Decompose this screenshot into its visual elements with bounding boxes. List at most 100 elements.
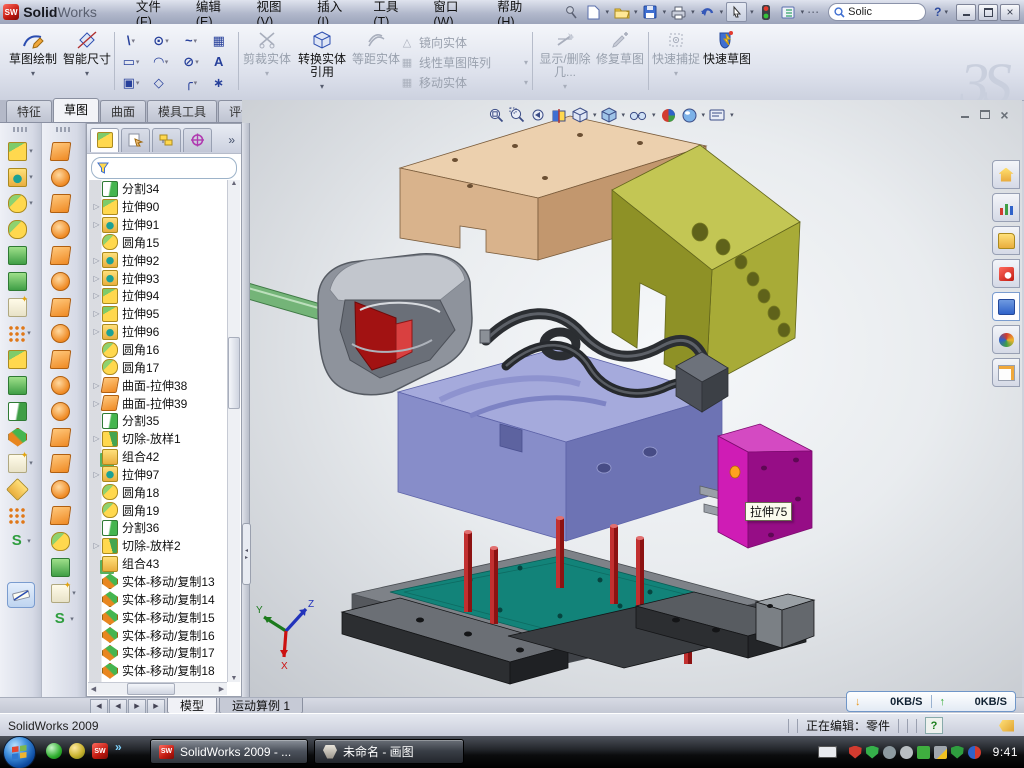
toolbar-grip[interactable] <box>56 127 72 132</box>
tree-item[interactable]: ▷ 拉伸92 <box>89 251 227 269</box>
scroll-up-icon[interactable]: ▲ <box>231 180 238 187</box>
tree-item[interactable]: ▷ 实体-移动/复制18 <box>89 662 227 680</box>
lofted-surface-icon[interactable]: ▾ <box>51 216 76 242</box>
expand-arrow-icon[interactable]: ▷ <box>91 434 102 443</box>
freeform-icon[interactable]: ▾ <box>51 580 76 606</box>
tree-item[interactable]: ▷ 拉伸90 <box>89 198 227 216</box>
zoom-fit-icon[interactable] <box>488 106 505 124</box>
help-icon[interactable]: ? <box>934 5 941 19</box>
view-settings-caret-icon[interactable]: ▾ <box>730 111 734 119</box>
close-button[interactable] <box>1000 4 1020 21</box>
convert-entities-button[interactable]: 转换实体引用▾ <box>294 27 350 97</box>
dimxpertmanager-icon[interactable] <box>183 128 212 152</box>
propertymanager-icon[interactable] <box>121 128 150 152</box>
quick-tips-icon[interactable]: ? <box>925 717 943 734</box>
file-explorer-icon[interactable] <box>992 259 1020 288</box>
rapid-sketch-button[interactable]: 快速草图 <box>702 27 752 97</box>
scroll-down-icon[interactable]: ▼ <box>231 675 238 682</box>
rectangle-pattern-icon[interactable]: ▦▾ <box>206 30 236 51</box>
part-nozzle-block[interactable] <box>318 254 472 395</box>
toolbar-grip[interactable] <box>13 127 29 132</box>
section-view-icon[interactable] <box>551 106 568 124</box>
input-method-keyboard-icon[interactable] <box>818 746 837 758</box>
tree-item[interactable]: ▷ 组合42 <box>89 448 227 466</box>
tree-item[interactable]: ▷ 曲面-拉伸39 <box>89 394 227 412</box>
select-caret-icon[interactable]: ▾ <box>750 8 754 16</box>
tree-item[interactable]: ▷ 圆角17 <box>89 358 227 376</box>
undo-icon[interactable] <box>698 3 717 21</box>
tree-item[interactable]: ▷ 圆角18 <box>89 483 227 501</box>
messenger-icon[interactable] <box>46 743 62 759</box>
trim-surface-icon[interactable]: ▾ <box>51 476 76 502</box>
move-copy-body-icon[interactable]: ▾ <box>8 424 33 450</box>
circle-icon[interactable]: ⊙▾ <box>146 30 176 51</box>
combine-bodies-icon[interactable]: ▾ <box>8 346 33 372</box>
tree-item[interactable]: ▷ 实体-移动/复制13 <box>89 573 227 591</box>
display-delete-relations-button[interactable]: 显示/删除几...▾ <box>536 27 594 97</box>
open-caret-icon[interactable]: ▾ <box>634 8 638 16</box>
model-canvas[interactable] <box>242 100 1022 697</box>
panel-splitter[interactable]: ◂▸ <box>242 123 250 697</box>
ellipse-icon[interactable]: ⊘▾ <box>176 51 206 72</box>
tree-item[interactable]: ▷ 拉伸93 <box>89 269 227 287</box>
featuremanager-tree-icon[interactable] <box>90 128 119 152</box>
tree-item[interactable]: ▷ 拉伸96 <box>89 323 227 341</box>
optimizer-icon[interactable] <box>883 746 896 759</box>
fillet-icon[interactable]: ▾ <box>8 190 33 216</box>
slot-icon[interactable]: ▣▾ <box>116 72 146 93</box>
replace-face-icon[interactable]: ▾ <box>51 424 76 450</box>
view-settings-icon[interactable] <box>709 106 726 124</box>
security-shield-icon[interactable] <box>866 746 879 759</box>
options-icon[interactable] <box>779 3 798 21</box>
manager-overflow-chevron[interactable]: » <box>228 133 238 147</box>
splitter-handle[interactable]: ◂▸ <box>242 523 251 585</box>
options-caret-icon[interactable]: ▾ <box>801 8 805 16</box>
line-icon[interactable]: \▾ <box>116 30 146 51</box>
scroll-thumb[interactable] <box>127 683 175 695</box>
untrim-surface-icon[interactable]: ▾ <box>51 502 76 528</box>
save-icon[interactable] <box>641 3 660 21</box>
boss-extrude-icon[interactable]: ▾ <box>8 138 33 164</box>
new-caret-icon[interactable]: ▾ <box>606 8 610 16</box>
taskbar-button-paint[interactable]: 未命名 - 画图 <box>314 739 464 764</box>
volume-icon[interactable] <box>900 746 913 759</box>
study-nav-button[interactable]: ▶ <box>128 699 146 714</box>
expand-arrow-icon[interactable]: ▷ <box>91 309 102 318</box>
update-ball-icon[interactable] <box>69 743 85 759</box>
doc-tab-运动算例 1[interactable]: 运动算例 1 <box>219 698 303 714</box>
doc-restore-icon[interactable] <box>977 108 992 121</box>
tab-草图[interactable]: 草图 <box>53 98 99 122</box>
surface-spline-icon[interactable]: S▾ <box>51 606 76 632</box>
sync-status-icon[interactable] <box>968 746 981 759</box>
boundary-surface-icon[interactable]: ▾ <box>51 242 76 268</box>
tab-特征[interactable]: 特征 <box>6 100 52 122</box>
stack-button[interactable]: ▦线性草图阵列▾ <box>400 52 528 72</box>
repair-sketch-button[interactable]: 修复草图 <box>596 27 644 97</box>
ruled-surface-icon[interactable]: ▾ <box>51 450 76 476</box>
doc-close-icon[interactable] <box>997 108 1012 121</box>
offset-surface-icon[interactable]: ▾ <box>51 320 76 346</box>
smart-dimension-button[interactable]: 智能尺寸▾ <box>62 27 112 97</box>
open-icon[interactable] <box>612 3 631 21</box>
swept-boss-icon[interactable]: ▾ <box>8 216 33 242</box>
tree-item[interactable]: ▷ 分割35 <box>89 412 227 430</box>
tree-item[interactable]: ▷ 拉伸97 <box>89 466 227 484</box>
part-side-block[interactable] <box>718 424 812 548</box>
study-nav-button[interactable]: ▶ <box>147 699 165 714</box>
spline-tool-icon[interactable]: S▾ <box>8 528 33 554</box>
rectangle-icon[interactable]: ▭▾ <box>116 51 146 72</box>
extruded-surface-icon[interactable]: ▾ <box>51 138 76 164</box>
tree-item[interactable]: ▷ 切除-放样1 <box>89 430 227 448</box>
print-icon[interactable] <box>669 3 688 21</box>
hide-show-items-icon[interactable] <box>629 106 648 124</box>
view-orientation-caret-icon[interactable]: ▾ <box>593 111 597 119</box>
tree-item[interactable]: ▷ 圆角16 <box>89 341 227 359</box>
sketch-fillet-icon[interactable]: ╭▾ <box>176 72 206 93</box>
undo-caret-icon[interactable]: ▾ <box>720 8 724 16</box>
sketch-text-icon[interactable]: A▾ <box>206 51 236 72</box>
quick-launch-chevron[interactable]: » <box>115 740 122 754</box>
tab-模具工具[interactable]: 模具工具 <box>147 100 217 122</box>
quick-snaps-button[interactable]: 快速捕捉▾ <box>652 27 700 97</box>
tags-icon[interactable] <box>999 720 1014 732</box>
expand-arrow-icon[interactable]: ▷ <box>91 470 102 479</box>
